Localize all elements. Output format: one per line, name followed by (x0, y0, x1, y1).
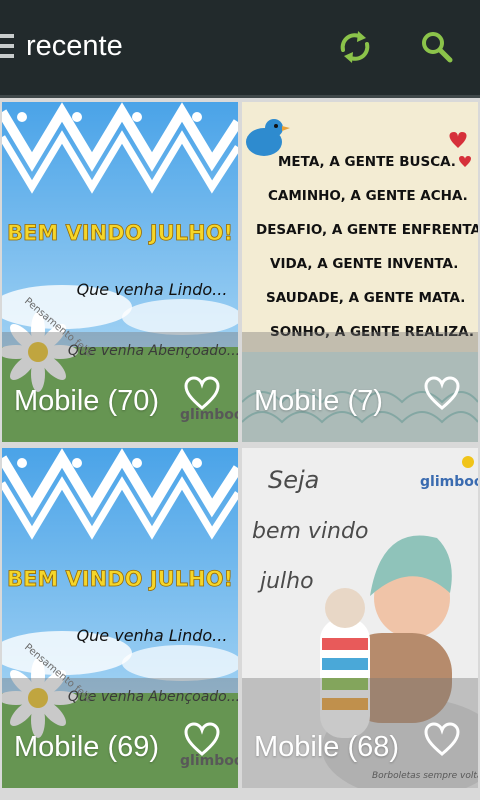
image-card[interactable]: BEM VINDO JULHO! Que venha Lindo... Que … (2, 102, 238, 442)
image-card[interactable]: META, A GENTE BUSCA. CAMINHO, A GENTE AC… (242, 102, 478, 442)
card-caption: Mobile (68) (254, 731, 400, 763)
card-caption: Mobile (7) (254, 385, 383, 417)
svg-text:DESAFIO, A GENTE ENFRENTA.: DESAFIO, A GENTE ENFRENTA. (256, 222, 478, 238)
svg-text:META, A GENTE BUSCA.: META, A GENTE BUSCA. (278, 154, 456, 170)
search-icon[interactable] (416, 26, 458, 68)
image-card[interactable]: BEM VINDO JULHO! Que venha Lindo... Que … (2, 448, 238, 788)
svg-text:glimboo: glimboo (420, 474, 478, 490)
card-caption: Mobile (70) (14, 385, 160, 417)
app-bar: recente (0, 0, 480, 98)
svg-text:BEM VINDO JULHO!: BEM VINDO JULHO! (7, 221, 233, 245)
svg-text:SAUDADE, A GENTE MATA.: SAUDADE, A GENTE MATA. (266, 290, 465, 306)
svg-text:Que venha Lindo...: Que venha Lindo... (77, 626, 228, 645)
svg-text:bem vindo: bem vindo (252, 519, 368, 544)
svg-text:julho: julho (257, 569, 314, 594)
page-title: recente (26, 30, 123, 62)
refresh-icon[interactable] (334, 26, 376, 68)
heart-icon[interactable] (184, 722, 220, 758)
svg-text:Que venha Lindo...: Que venha Lindo... (77, 280, 228, 299)
heart-icon[interactable] (424, 722, 460, 758)
svg-text:VIDA, A GENTE INVENTA.: VIDA, A GENTE INVENTA. (270, 256, 458, 272)
image-grid: BEM VINDO JULHO! Que venha Lindo... Que … (0, 101, 480, 800)
svg-text:BEM VINDO JULHO!: BEM VINDO JULHO! (7, 567, 233, 591)
image-card[interactable]: Seja bem vindo julho glimboo Borboletas … (242, 448, 478, 788)
heart-icon[interactable] (424, 376, 460, 412)
svg-text:Seja: Seja (268, 466, 319, 494)
card-caption: Mobile (69) (14, 731, 160, 763)
heart-icon[interactable] (184, 376, 220, 412)
svg-text:CAMINHO, A GENTE ACHA.: CAMINHO, A GENTE ACHA. (268, 188, 468, 204)
hamburger-icon[interactable] (0, 34, 14, 62)
